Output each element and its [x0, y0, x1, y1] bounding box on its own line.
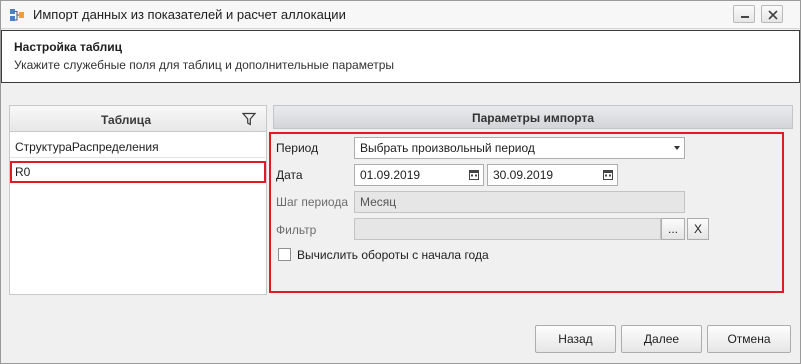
tables-column-header: Таблица	[10, 106, 266, 132]
table-row-label: R0	[15, 165, 31, 179]
next-button[interactable]: Далее	[621, 325, 702, 353]
wizard-header: Настройка таблиц Укажите служебные поля …	[1, 30, 800, 83]
import-app-icon	[10, 9, 24, 21]
filter-clear-label: X	[693, 222, 702, 236]
date-to-value: 30.09.2019	[493, 168, 554, 182]
step-subtitle: Укажите служебные поля для таблиц и допо…	[14, 58, 395, 72]
back-button[interactable]: Назад	[535, 325, 616, 353]
table-row-selected[interactable]: R0	[10, 161, 266, 183]
table-row-label: СтруктураРаспределения	[15, 140, 159, 154]
chevron-down-icon	[674, 146, 680, 150]
cancel-button-label: Отмена	[727, 332, 771, 346]
import-dialog: Импорт данных из показателей и расчет ал…	[0, 0, 801, 364]
filter-browse-label: ...	[667, 222, 678, 236]
filter-label: Фильтр	[276, 223, 317, 237]
turnover-label: Вычислить обороты с начала года	[297, 248, 489, 262]
period-select-value: Выбрать произвольный период	[360, 141, 535, 155]
close-icon	[768, 10, 778, 20]
import-params-header: Параметры импорта	[273, 105, 793, 129]
turnover-checkbox[interactable]	[278, 248, 291, 261]
tables-list: Таблица СтруктураРаспределения R0	[9, 105, 267, 295]
date-label: Дата	[276, 168, 303, 182]
import-params-title: Параметры импорта	[471, 111, 595, 125]
minimize-icon	[741, 16, 749, 18]
step-title: Настройка таблиц	[14, 40, 122, 54]
period-step-value: Месяц	[360, 195, 397, 209]
period-label: Период	[276, 141, 319, 155]
calendar-icon[interactable]	[469, 170, 479, 180]
filter-field[interactable]	[354, 218, 661, 240]
next-button-label: Далее	[643, 332, 680, 346]
period-step-field: Месяц	[354, 191, 685, 213]
calendar-icon[interactable]	[603, 170, 613, 180]
period-step-label: Шаг периода	[276, 195, 349, 209]
minimize-button[interactable]	[733, 5, 755, 23]
date-from-field[interactable]: 01.09.2019	[354, 164, 484, 186]
filter-icon[interactable]	[242, 112, 256, 126]
period-select[interactable]: Выбрать произвольный период	[354, 137, 685, 159]
date-to-field[interactable]: 30.09.2019	[487, 164, 618, 186]
filter-clear-button[interactable]: X	[687, 218, 709, 240]
table-row[interactable]: СтруктураРаспределения	[10, 136, 266, 158]
import-params-panel: Период Выбрать произвольный период Дата …	[269, 132, 784, 293]
title-bar: Импорт данных из показателей и расчет ал…	[1, 1, 800, 29]
close-button[interactable]	[761, 5, 783, 23]
date-from-value: 01.09.2019	[360, 168, 421, 182]
cancel-button[interactable]: Отмена	[707, 325, 791, 353]
back-button-label: Назад	[558, 332, 593, 346]
tables-column-label: Таблица	[100, 113, 151, 127]
filter-browse-button[interactable]: ...	[661, 218, 685, 240]
window-title: Импорт данных из показателей и расчет ал…	[33, 7, 346, 22]
